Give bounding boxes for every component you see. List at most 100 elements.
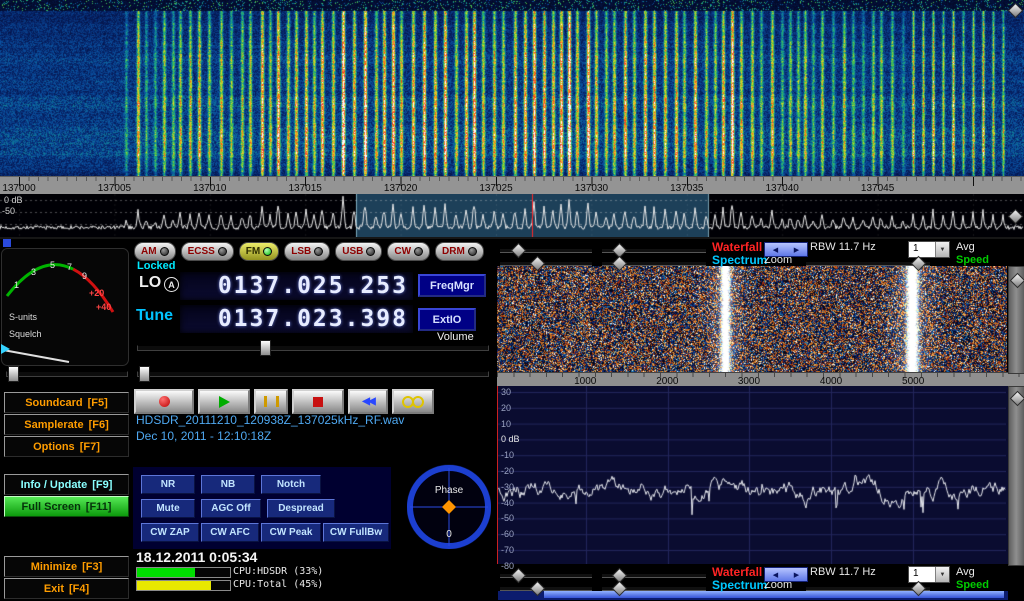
top-pan-control: ◀▶ [764,242,808,257]
button-soundcard[interactable]: Soundcard[F5] [4,392,129,413]
button-exit[interactable]: Exit[F4] [4,578,129,599]
bottom-waterfall-brightness-slider[interactable] [500,573,592,578]
mode-button-lsb[interactable]: LSB [284,242,330,261]
s-meter-tick-5: 5 [50,260,55,270]
af-waterfall-display[interactable] [497,266,1007,372]
rf-frequency-scale[interactable]: 1370001370051370101370151370201370251370… [0,176,1024,195]
cpu-hdsdr-bar-fill [137,568,195,577]
lo-lock-badge[interactable]: A [164,277,179,292]
freq-scale-label: 137015 [289,183,322,194]
button-minimize[interactable]: Minimize[F3] [4,556,129,577]
squelch-slider[interactable] [6,371,128,377]
top-pan-right-button[interactable]: ▶ [786,243,807,256]
top-waterfall-brightness-slider[interactable] [500,248,592,253]
s-meter-tick-3: 3 [31,267,36,277]
bottom-pan-left-button[interactable]: ◀ [765,568,786,581]
button-label: Full Screen [22,501,81,513]
squelch-slider-thumb[interactable] [8,366,19,382]
tune-frequency-display[interactable]: 0137.023.398 [179,304,414,334]
tuning-slider-thumb[interactable] [139,366,150,382]
mode-button-usb[interactable]: USB [335,242,382,261]
af-db-label: -10 [501,450,514,460]
dsp-button-mute[interactable]: Mute [141,499,195,518]
loop-icon [402,396,424,408]
volume-slider[interactable] [137,345,489,351]
mode-button-drm[interactable]: DRM [435,242,484,261]
mode-button-am[interactable]: AM [134,242,176,261]
af-waterfall-vslider-thumb[interactable] [1010,273,1024,289]
playback-rewind-button[interactable]: ◀◀ [348,389,388,414]
dsp-button-cw-afc[interactable]: CW AFC [201,523,259,542]
bottom-speed-label: Speed [956,579,989,591]
lo-frequency-display[interactable]: 0137.025.253 [179,271,414,301]
playback-stop-button[interactable] [292,389,344,414]
button-fkey: [F4] [69,583,89,595]
mode-led-icon [160,247,169,256]
bottom-avg-select[interactable]: 1▼ [908,566,950,583]
phase-dial[interactable]: Phase 0 [407,461,491,549]
dsp-button-cw-zap[interactable]: CW ZAP [141,523,199,542]
bottom-spectrum-upper-slider[interactable] [500,586,592,591]
mode-button-label: FM [246,246,260,257]
bottom-avg-label: Avg [956,566,975,578]
af-pan-scrollbar-thumb[interactable] [544,591,1004,598]
mode-button-fm[interactable]: FM [239,242,279,261]
top-spectrum-lower-slider[interactable] [602,261,706,266]
playback-loop-button[interactable] [392,389,434,414]
dsp-button-agc-off[interactable]: AGC Off [201,499,261,518]
button-label: Options [33,441,75,453]
top-waterfall-contrast-slider[interactable] [602,248,706,253]
rf-waterfall-display[interactable] [0,0,1024,176]
af-waterfall-vslider[interactable] [1008,266,1024,374]
top-spectrum-upper-slider[interactable] [500,261,592,266]
playback-pause-button[interactable] [254,389,288,414]
tuning-slider[interactable] [137,371,489,377]
af-db-label: -60 [501,529,514,539]
extio-button[interactable]: ExtIO [418,308,476,331]
bottom-rbw-label: RBW 11.7 Hz [810,566,876,578]
dsp-panel: NR NB Notch Mute AGC Off Despread CW ZAPCW AFC… [133,467,391,549]
af-db-label: -30 [501,482,514,492]
dsp-button-cw-peak[interactable]: CW Peak [261,523,321,542]
af-db-label: 20 [501,403,511,413]
bottom-pan-right-button[interactable]: ▶ [786,568,807,581]
af-spectrum-vslider[interactable] [1008,386,1024,566]
mode-led-icon [263,247,272,256]
dsp-button-nr[interactable]: NR [141,475,195,494]
button-samplerate[interactable]: Samplerate[F6] [4,414,129,435]
mode-button-ecss[interactable]: ECSS [181,242,234,261]
dsp-button-despread[interactable]: Despread [267,499,335,518]
s-units-label: S-units [9,312,38,322]
dsp-button-nb[interactable]: NB [201,475,255,494]
dsp-button-cw-fullbw[interactable]: CW FullBw [323,523,389,542]
volume-slider-thumb[interactable] [260,340,271,356]
button-label: Soundcard [25,397,82,409]
rewind-icon: ◀◀ [362,396,373,407]
dsp-button-notch[interactable]: Notch [261,475,321,494]
af-frequency-scale[interactable]: 10002000300040005000 [497,372,1024,387]
top-avg-label: Avg [956,241,975,253]
volume-label: Volume [437,331,474,343]
mode-button-cw[interactable]: CW [387,242,430,261]
playback-play-button[interactable] [198,389,250,414]
bottom-zoom-slider[interactable] [806,586,930,591]
top-waterfall-brightness-slider-thumb[interactable] [511,243,527,259]
bottom-spectrum-lower-slider[interactable] [602,586,706,591]
button-fkey: [F6] [89,419,109,431]
top-zoom-slider[interactable] [806,261,930,266]
button-options[interactable]: Options[F7] [4,436,129,457]
playback-record-button[interactable] [134,389,194,414]
button-full-screen[interactable]: Full Screen[F11] [4,496,129,517]
button-info-update[interactable]: Info / Update[F9] [4,474,129,495]
bottom-waterfall-contrast-slider[interactable] [602,573,706,578]
af-spectrum-display[interactable] [498,386,1006,564]
mode-led-icon [414,247,423,256]
freqmgr-button[interactable]: FreqMgr [418,274,486,297]
af-db-label: -70 [501,545,514,555]
af-spectrum-vslider-thumb[interactable] [1010,391,1024,407]
rf-spectrum-display[interactable] [0,194,1024,237]
top-avg-select[interactable]: 1▼ [908,241,950,258]
cpu-total-bar [136,580,231,591]
panel-divider [0,237,1024,239]
top-pan-left-button[interactable]: ◀ [765,243,786,256]
